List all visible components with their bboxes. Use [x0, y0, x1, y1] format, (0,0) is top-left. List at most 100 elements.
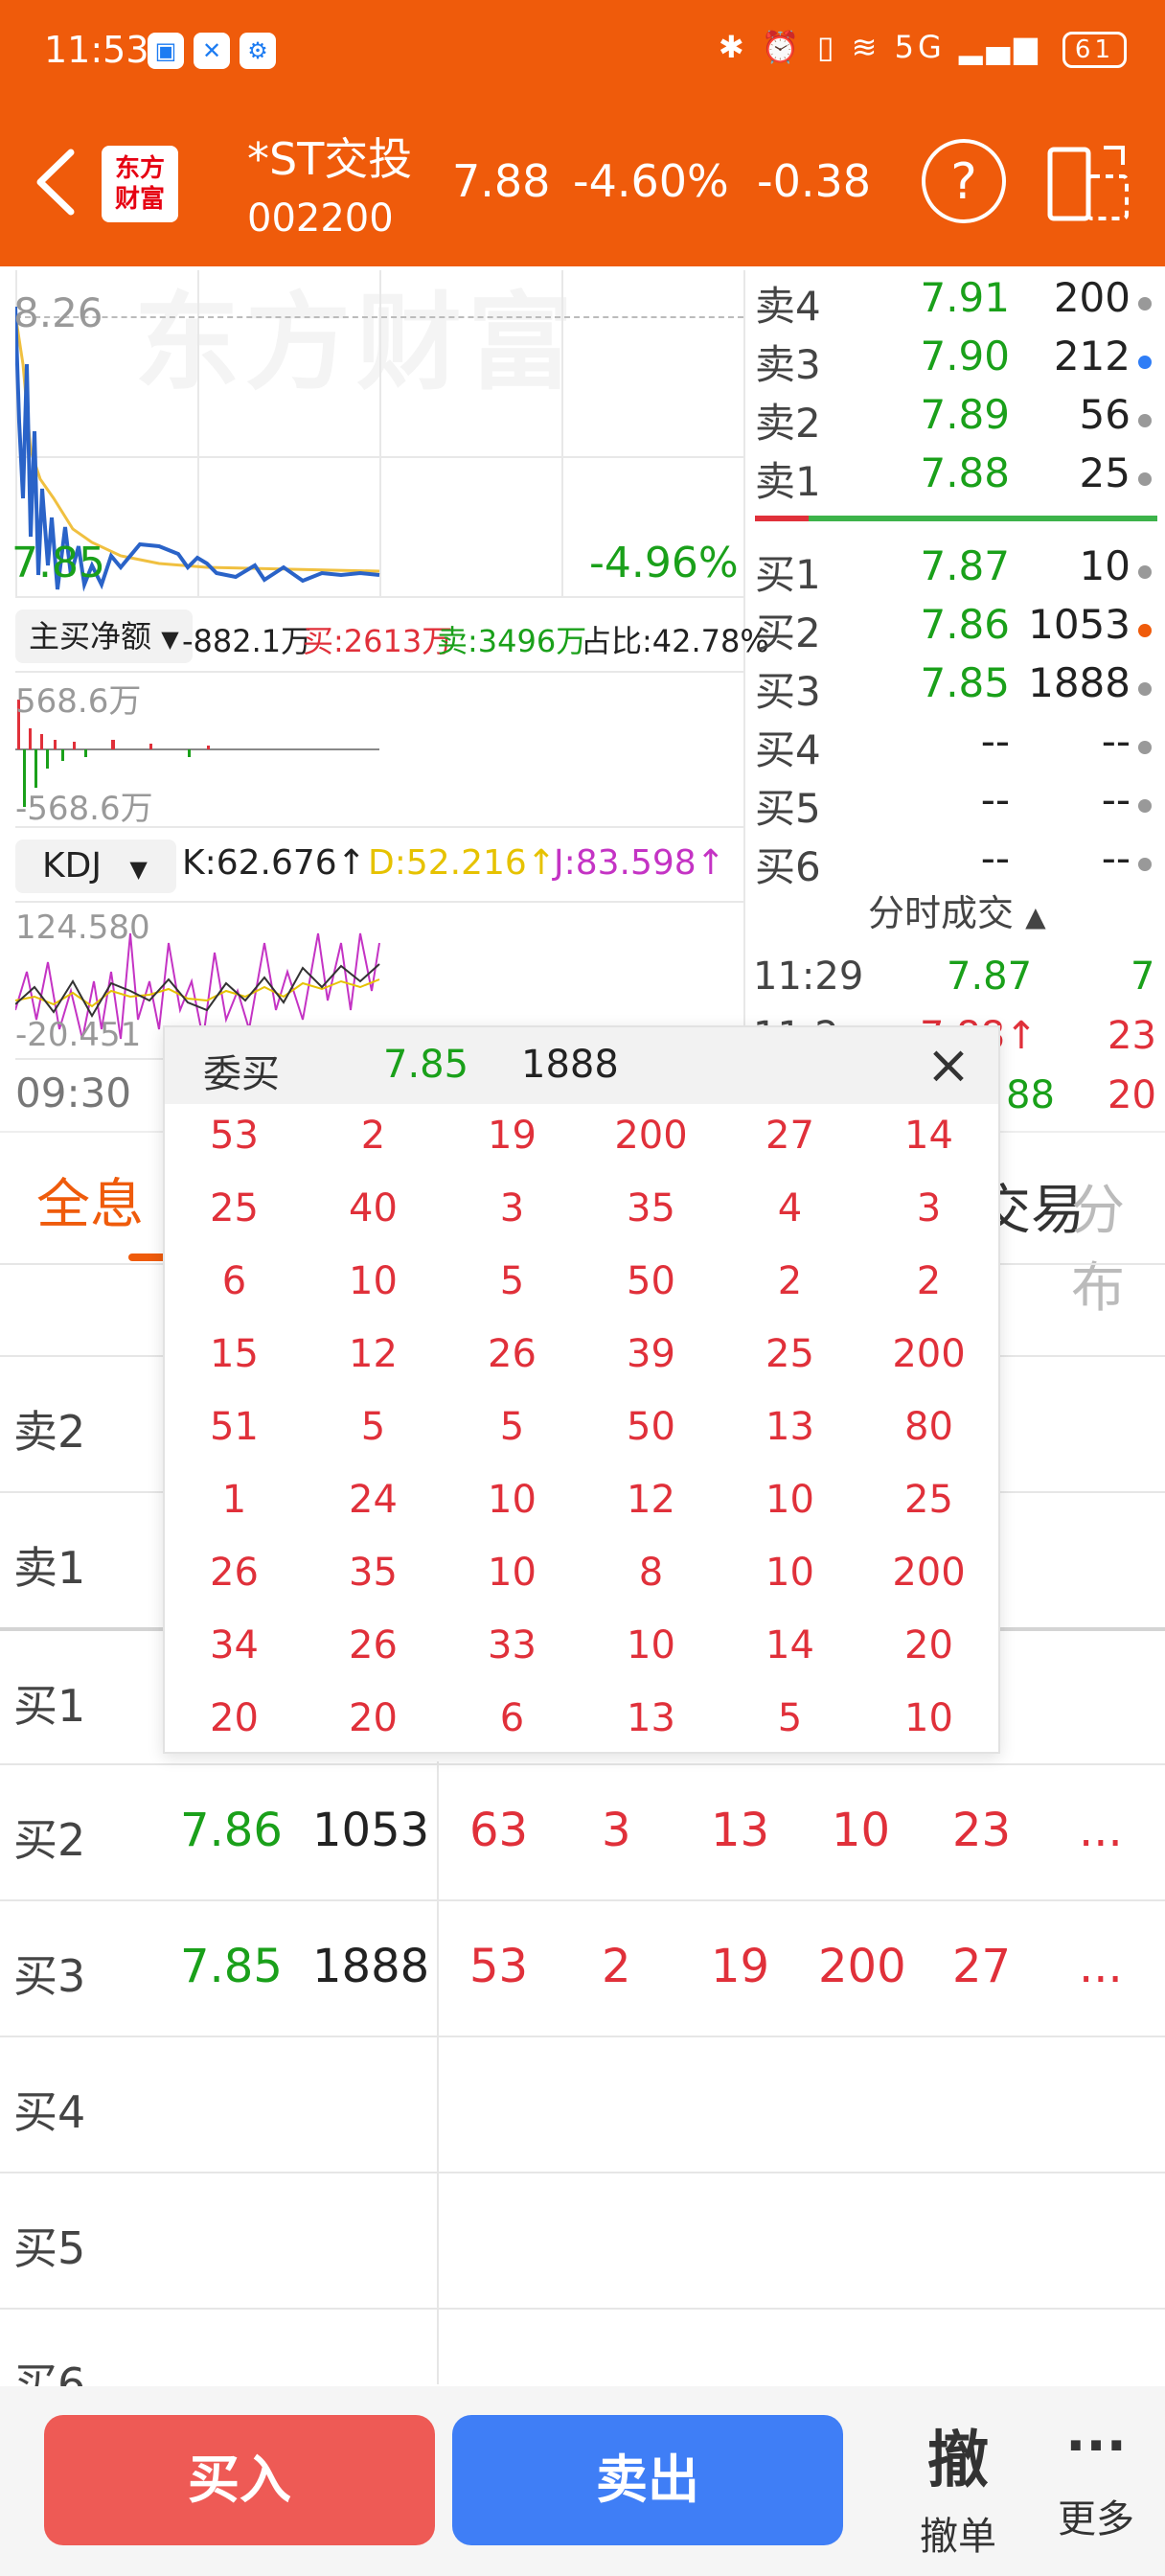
ask-label: 卖1 — [755, 458, 821, 505]
cancel-order-button[interactable]: 撤 撤单 — [901, 2411, 1016, 2561]
ask-row-2[interactable]: 卖2 7.89 56 — [755, 385, 1157, 447]
queue-row[interactable]: 买3 7.85 1888 53 2 19 200 27 ... — [0, 1899, 1165, 2036]
bid-price: -- — [980, 776, 1010, 823]
popup-order-cell: 12 — [349, 1332, 398, 1376]
bid-volume: 1053 — [1028, 601, 1131, 648]
notification-icon: ▣ — [148, 33, 184, 69]
queue-row-price: 7.86 — [180, 1804, 283, 1857]
queue-row-label: 买2 — [13, 1814, 86, 1866]
bid-row-6[interactable]: 买6 -- -- — [755, 829, 1157, 890]
switch-layout-icon[interactable] — [1044, 142, 1132, 224]
bid-dot — [1138, 858, 1152, 871]
ask-dot — [1138, 414, 1152, 427]
popup-order-cell: 8 — [638, 1551, 664, 1595]
popup-order-cell: 10 — [765, 1478, 814, 1522]
tick-volume: 23 — [1108, 1014, 1156, 1058]
queue-row-price: 7.85 — [180, 1940, 283, 1993]
popup-order-cell: 5 — [360, 1405, 386, 1449]
popup-order-cell: 2 — [360, 1114, 386, 1158]
tab-full-info[interactable]: 全息 — [36, 1162, 144, 1239]
popup-order-cell: 20 — [904, 1623, 953, 1668]
popup-order-cell: 2 — [777, 1259, 803, 1303]
battery-icon: 61 — [1062, 32, 1127, 68]
popup-order-cell: 10 — [627, 1623, 675, 1668]
indicator-selector-label: KDJ — [42, 846, 102, 886]
queue-row-volume: 1053 — [312, 1804, 430, 1857]
popup-order-cell: 6 — [221, 1259, 247, 1303]
popup-order-cell: 25 — [904, 1478, 953, 1522]
stock-name: *ST交投 — [247, 133, 413, 185]
popup-order-cell: 25 — [765, 1332, 814, 1376]
ask-label: 卖2 — [755, 400, 821, 447]
tick-price: 88 — [1006, 1073, 1055, 1117]
grid-line — [15, 596, 743, 598]
close-icon[interactable]: × — [920, 1037, 977, 1094]
tab-indicator — [128, 1254, 167, 1261]
ticks-title[interactable]: 分时成交 ▲ — [868, 884, 1046, 936]
popup-order-cell: 26 — [488, 1332, 537, 1376]
tab-distribution[interactable]: 分布 — [1071, 1167, 1165, 1322]
status-time: 11:53 — [44, 29, 149, 71]
price-axis-low: 7.85 — [11, 539, 105, 587]
ratio-bar-buy — [809, 516, 1157, 521]
bid-volume: -- — [1101, 718, 1131, 765]
bid-row-4[interactable]: 买4 -- -- — [755, 712, 1157, 773]
popup-order-cell: 26 — [210, 1551, 259, 1595]
queue-order: 19 — [711, 1940, 770, 1993]
bid-row-1[interactable]: 买1 7.87 10 — [755, 537, 1157, 598]
ask-price: 7.90 — [920, 333, 1010, 380]
status-icons: ✱ ⏰ ▯ ≋ 5G ▂▄▆ 61 — [719, 29, 1127, 68]
alarm-icon: ⏰ — [761, 29, 804, 65]
bid-label: 买3 — [755, 668, 821, 715]
tick-volume: 20 — [1108, 1073, 1156, 1117]
queue-more[interactable]: ... — [1079, 1804, 1123, 1857]
queue-row[interactable]: 买4 — [0, 2036, 1165, 2172]
queue-order: 53 — [469, 1940, 529, 1993]
ask-volume: 25 — [1079, 449, 1131, 496]
bid-price: -- — [980, 718, 1010, 765]
top-header: 11:53 ▣ ✕ ⚙ ✱ ⏰ ▯ ≋ 5G ▂▄▆ 61 东方 财富 *ST交… — [0, 0, 1165, 266]
queue-more[interactable]: ... — [1079, 1940, 1123, 1993]
queue-row-label: 买4 — [13, 2086, 86, 2138]
help-button[interactable]: ? — [922, 139, 1006, 223]
queue-row[interactable]: 买2 7.86 1053 63 3 13 10 23 ... — [0, 1763, 1165, 1899]
bid-volume: 10 — [1079, 542, 1131, 589]
back-icon[interactable] — [29, 149, 82, 216]
bid-row-5[interactable]: 买5 -- -- — [755, 770, 1157, 832]
sell-button[interactable]: 卖出 — [452, 2415, 843, 2545]
flow-selector-label: 主买净额 — [29, 618, 152, 655]
flow-selector[interactable]: 主买净额 ▼ — [15, 610, 193, 663]
popup-order-cell: 14 — [904, 1114, 953, 1158]
popup-order-cell: 14 — [765, 1623, 814, 1668]
more-label: 更多 — [1058, 2497, 1134, 2542]
bid-row-3[interactable]: 买3 7.85 1888 — [755, 654, 1157, 715]
indicator-selector[interactable]: KDJ ▼ — [15, 840, 176, 893]
queue-order: 27 — [952, 1940, 1012, 1993]
popup-order-cell: 80 — [904, 1405, 953, 1449]
queue-row[interactable]: 买5 — [0, 2172, 1165, 2308]
table-column-divider — [437, 1761, 439, 2384]
ask-row-3[interactable]: 卖3 7.90 212 — [755, 327, 1157, 388]
popup-order-cell: 200 — [614, 1114, 688, 1158]
queue-order: 23 — [952, 1804, 1012, 1857]
popup-order-cell: 53 — [210, 1114, 259, 1158]
popup-order-cell: 35 — [349, 1551, 398, 1595]
queue-row-label: 卖1 — [13, 1542, 86, 1594]
bid-price: -- — [980, 835, 1010, 882]
popup-order-cell: 20 — [349, 1696, 398, 1740]
ask-row-1[interactable]: 卖1 7.88 25 — [755, 444, 1157, 505]
more-button[interactable]: ··· 更多 — [1039, 2411, 1154, 2543]
stock-change-pct: -4.60% — [573, 155, 729, 207]
cancel-icon: 撤 — [927, 2426, 989, 2496]
grid-line — [15, 901, 743, 903]
buy-button[interactable]: 买入 — [44, 2415, 435, 2545]
popup-order-cell: 33 — [488, 1623, 537, 1668]
popup-order-cell: 6 — [499, 1696, 525, 1740]
bluetooth-icon: ✱ — [718, 29, 748, 65]
ask-row-4[interactable]: 卖4 7.91 200 — [755, 268, 1157, 330]
tick-price: 7.87 — [947, 954, 1033, 999]
bid-price: 7.85 — [920, 659, 1010, 706]
popup-order-cell: 1 — [221, 1478, 247, 1522]
bid-row-2[interactable]: 买2 7.86 1053 — [755, 595, 1157, 656]
queue-row-label: 买1 — [13, 1680, 86, 1732]
